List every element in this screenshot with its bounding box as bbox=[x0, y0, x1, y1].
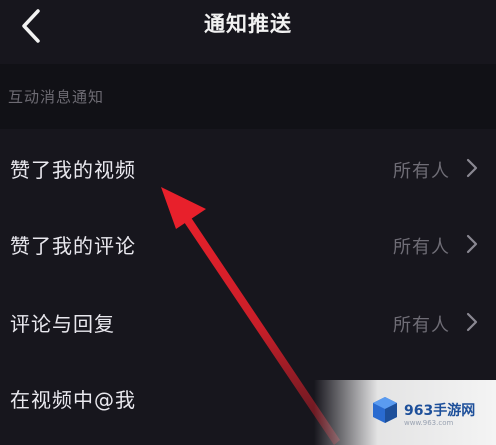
watermark-subtext: www.963.com bbox=[404, 419, 454, 427]
setting-value: 所有人 bbox=[393, 237, 450, 258]
setting-label: 赞了我的视频 bbox=[10, 158, 136, 182]
chevron-right-icon bbox=[466, 234, 478, 254]
page-title: 通知推送 bbox=[204, 12, 292, 36]
chevron-right-icon bbox=[466, 158, 478, 178]
section-label: 互动消息通知 bbox=[8, 88, 105, 106]
setting-row-comments-replies[interactable]: 评论与回复 所有人 bbox=[0, 284, 496, 360]
setting-row-liked-videos[interactable]: 赞了我的视频 所有人 bbox=[0, 130, 496, 206]
setting-value: 所有人 bbox=[393, 315, 450, 336]
setting-row-liked-comments[interactable]: 赞了我的评论 所有人 bbox=[0, 206, 496, 282]
watermark-text: 963手游网 bbox=[404, 403, 476, 419]
setting-label: 赞了我的评论 bbox=[10, 234, 136, 258]
setting-value: 所有人 bbox=[393, 161, 450, 182]
chevron-right-icon bbox=[466, 312, 478, 332]
header-bar: 通知推送 bbox=[0, 0, 496, 64]
setting-label: 评论与回复 bbox=[10, 312, 115, 336]
cube-logo-icon bbox=[373, 397, 397, 423]
setting-label: 在视频中@我 bbox=[10, 388, 136, 412]
